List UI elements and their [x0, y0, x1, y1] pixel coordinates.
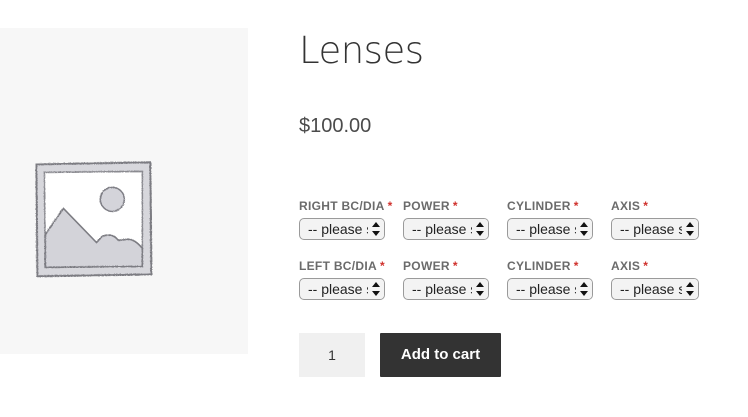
left-axis-field: AXIS* -- please select -- [611, 258, 699, 300]
select-arrows-icon [576, 219, 592, 239]
right-power-select[interactable]: -- please select -- [403, 218, 489, 240]
right-power-field: POWER* -- please select -- [403, 198, 489, 240]
select-arrows-icon [368, 219, 384, 239]
select-arrows-icon [682, 219, 698, 239]
field-label: LEFT BC/DIA * [299, 259, 385, 273]
left-cylinder-field: CYLINDER* -- please select -- [507, 258, 593, 300]
image-placeholder-icon[interactable] [30, 156, 154, 285]
right-bc-dia-field: RIGHT BC/DIA* -- please select -- [299, 198, 393, 240]
field-label: CYLINDER * [507, 259, 579, 273]
select-arrows-icon [682, 279, 698, 299]
select-arrows-icon [472, 219, 488, 239]
field-label: AXIS * [611, 199, 649, 213]
left-axis-select[interactable]: -- please select -- [611, 278, 699, 300]
right-axis-select[interactable]: -- please select -- [611, 218, 699, 240]
left-eye-options: LEFT BC/DIA* -- please select -- POWER* … [299, 258, 739, 308]
left-bc-dia-field: LEFT BC/DIA* -- please select -- [299, 258, 385, 300]
product-gallery [0, 28, 248, 354]
select-arrows-icon [472, 279, 488, 299]
field-label: CYLINDER * [507, 199, 579, 213]
select-arrows-icon [368, 279, 384, 299]
product-title: Lenses [299, 29, 424, 72]
select-arrows-icon [576, 279, 592, 299]
left-cylinder-select[interactable]: -- please select -- [507, 278, 593, 300]
right-axis-field: AXIS* -- please select -- [611, 198, 699, 240]
add-to-cart-button[interactable]: Add to cart [380, 333, 501, 377]
right-eye-options: RIGHT BC/DIA* -- please select -- POWER*… [299, 198, 739, 248]
left-power-field: POWER* -- please select -- [403, 258, 489, 300]
right-bc-dia-select[interactable]: -- please select -- [299, 218, 385, 240]
right-cylinder-field: CYLINDER* -- please select -- [507, 198, 593, 240]
field-label: RIGHT BC/DIA * [299, 199, 393, 213]
left-bc-dia-select[interactable]: -- please select -- [299, 278, 385, 300]
field-label: AXIS * [611, 259, 649, 273]
field-label: POWER * [403, 259, 458, 273]
right-cylinder-select[interactable]: -- please select -- [507, 218, 593, 240]
quantity-input[interactable]: 1 [299, 333, 365, 377]
field-label: POWER * [403, 199, 458, 213]
left-power-select[interactable]: -- please select -- [403, 278, 489, 300]
product-price: $100.00 [299, 115, 372, 137]
